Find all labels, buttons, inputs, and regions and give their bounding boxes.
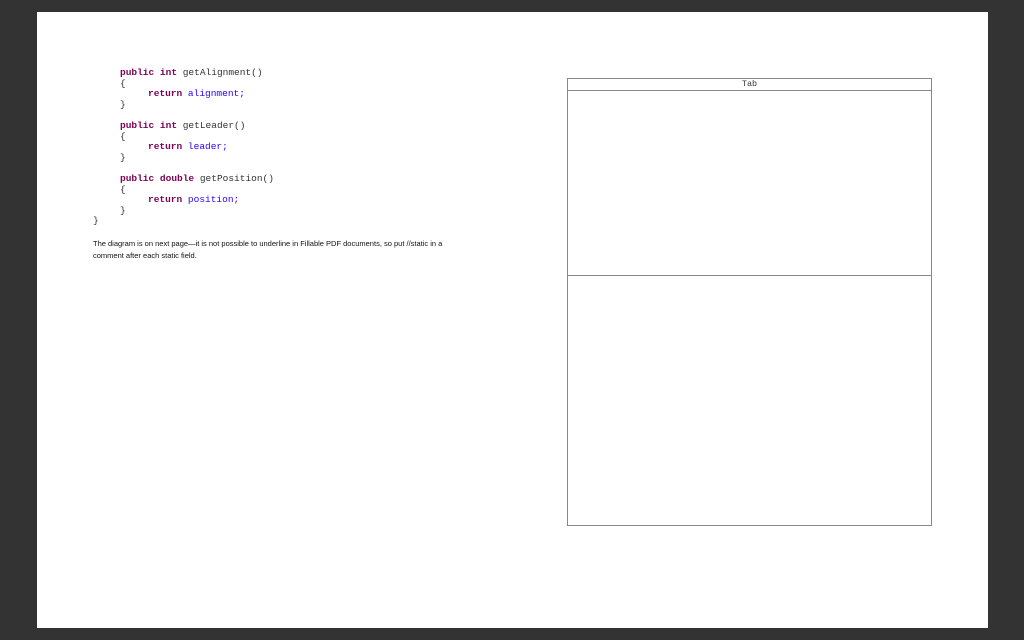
return-statement-alignment: return alignment; [148, 88, 245, 100]
close-brace: } [120, 205, 126, 216]
return-statement-leader: return leader; [148, 141, 228, 153]
keyword-return: return [148, 141, 183, 152]
keyword-public: public [120, 67, 155, 78]
type-keyword: int [159, 120, 178, 131]
uml-methods-section[interactable] [568, 276, 931, 525]
keyword-public: public [120, 173, 155, 184]
keyword-return: return [148, 88, 183, 99]
type-keyword: double [159, 173, 195, 184]
open-brace: { [120, 184, 126, 195]
method-signature-getposition: public double getPosition() [120, 173, 274, 185]
method-signature-getleader: public int getLeader() [120, 120, 245, 132]
method-name: getLeader() [182, 120, 246, 131]
open-brace: { [120, 78, 126, 89]
open-brace: { [120, 131, 126, 142]
uml-class-diagram: Tab [567, 78, 932, 526]
instruction-note: The diagram is on next page—it is not po… [93, 239, 443, 260]
return-value: alignment; [187, 88, 245, 99]
method-name: getPosition() [199, 173, 274, 184]
document-page: public int getAlignment() { return align… [37, 12, 988, 628]
close-brace: } [120, 99, 126, 110]
type-keyword: int [159, 67, 178, 78]
uml-fields-section[interactable] [568, 91, 931, 276]
uml-class-name[interactable]: Tab [568, 79, 931, 91]
close-brace: } [120, 152, 126, 163]
class-close-brace: } [93, 215, 99, 226]
return-value: position; [187, 194, 240, 205]
keyword-public: public [120, 120, 155, 131]
method-name: getAlignment() [182, 67, 263, 78]
method-signature-getalignment: public int getAlignment() [120, 67, 263, 79]
keyword-return: return [148, 194, 183, 205]
return-value: leader; [187, 141, 228, 152]
return-statement-position: return position; [148, 194, 239, 206]
